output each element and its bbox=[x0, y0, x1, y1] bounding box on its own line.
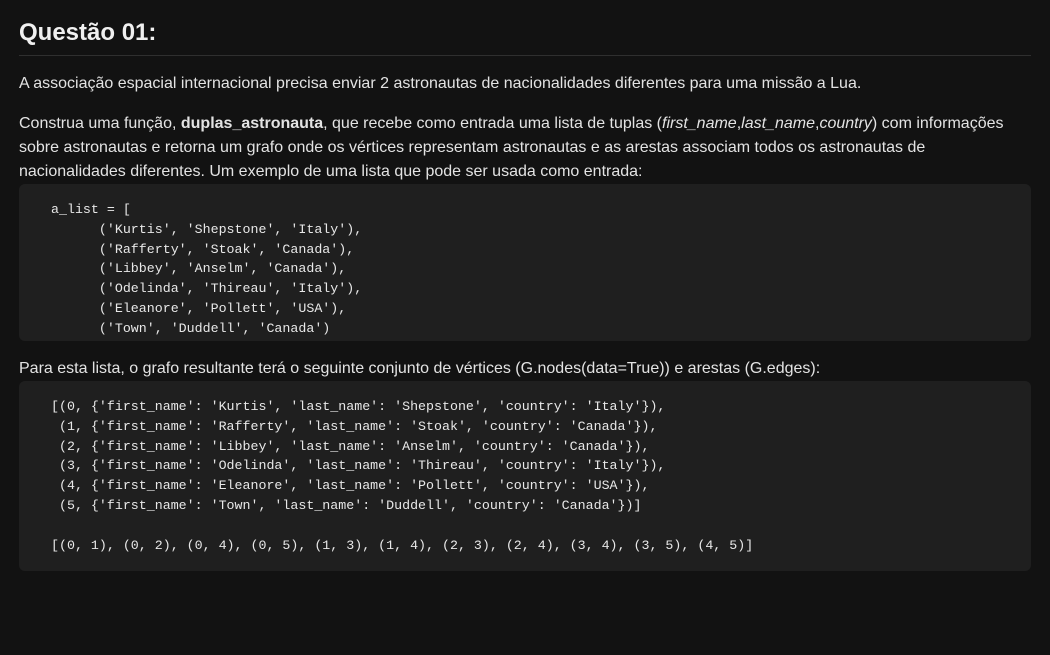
code-line: ] bbox=[51, 339, 999, 342]
code-line: ('Kurtis', 'Shepstone', 'Italy'), bbox=[51, 221, 363, 237]
code-line: ('Eleanore', 'Pollett', 'USA'), bbox=[51, 300, 347, 316]
code-line: (3, {'first_name': 'Odelinda', 'last_nam… bbox=[51, 458, 666, 474]
instruction-text-before: Construa uma função, bbox=[19, 115, 181, 132]
code-line: ('Libbey', 'Anselm', 'Canada'), bbox=[51, 261, 347, 277]
instruction-text-middle: , que recebe como entrada uma lista de t… bbox=[323, 115, 662, 132]
field-last-name: last_name bbox=[741, 115, 815, 132]
code-line: ('Rafferty', 'Stoak', 'Canada'), bbox=[51, 241, 355, 257]
question-title: Questão 01: bbox=[19, 0, 1031, 56]
code-line: (2, {'first_name': 'Libbey', 'last_name'… bbox=[51, 438, 650, 454]
code-line: [(0, 1), (0, 2), (0, 4), (0, 5), (1, 3),… bbox=[51, 537, 754, 553]
intro-paragraph: A associação espacial internacional prec… bbox=[19, 75, 862, 92]
field-country: country bbox=[819, 115, 872, 132]
graph-output-code-block: [(0, {'first_name': 'Kurtis', 'last_name… bbox=[19, 381, 1031, 571]
result-paragraph: Para esta lista, o grafo resultante terá… bbox=[19, 360, 821, 377]
code-line: a_list = [ bbox=[51, 202, 131, 217]
code-line: (4, {'first_name': 'Eleanore', 'last_nam… bbox=[51, 478, 650, 494]
code-line: (1, {'first_name': 'Rafferty', 'last_nam… bbox=[51, 418, 658, 434]
code-line: ('Odelinda', 'Thireau', 'Italy'), bbox=[51, 281, 363, 297]
function-name: duplas_astronauta bbox=[180, 115, 324, 132]
code-line: [(0, {'first_name': 'Kurtis', 'last_name… bbox=[51, 399, 666, 414]
code-line: (5, {'first_name': 'Town', 'last_name': … bbox=[51, 497, 642, 513]
input-list-code-block: a_list = [ ('Kurtis', 'Shepstone', 'Ital… bbox=[19, 184, 1031, 341]
instruction-paragraph: Construa uma função, duplas_astronauta, … bbox=[19, 112, 1031, 184]
notebook-page: Questão 01: A associação espacial intern… bbox=[0, 0, 1050, 571]
code-line: ('Town', 'Duddell', 'Canada') bbox=[51, 320, 331, 336]
field-first-name: first_name bbox=[662, 115, 737, 132]
